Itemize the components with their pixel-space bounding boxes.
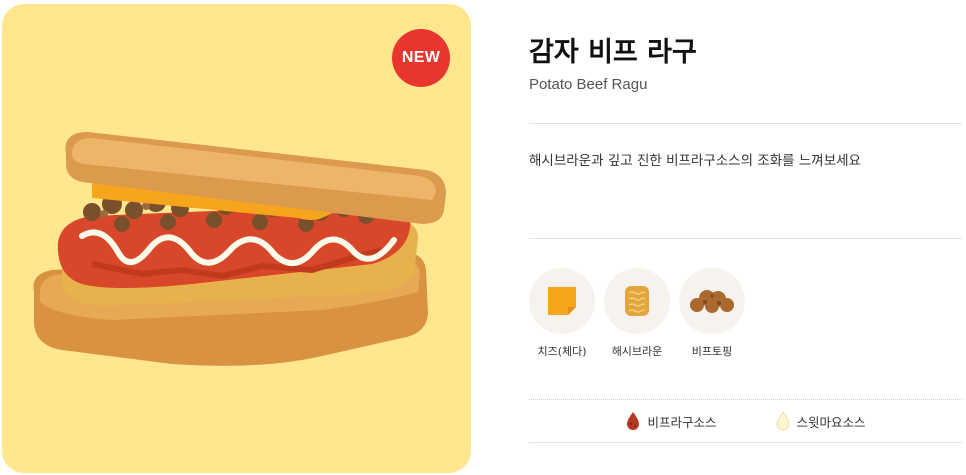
divider [529,442,962,443]
ingredient-label: 해시브라운 [611,345,663,358]
sweet-mayo-drop-icon [775,411,790,431]
ingredient-item-cheese: 치즈(체다) [529,268,595,359]
sauce-list: 비프라구소스 스윗마요소스 [529,402,962,440]
ingredient-item-hashbrown: 해시브라운 [604,268,670,359]
beef-topping-icon [679,268,745,334]
divider [529,123,962,124]
sauce-label: 스윗마요소스 [796,414,866,430]
ingredient-item-beef: 비프토핑 [679,268,745,359]
new-badge: NEW [392,29,450,87]
divider [529,238,962,239]
sauce-item-sweet-mayo: 스윗마요소스 [775,411,866,431]
product-subtitle: Potato Beef Ragu [529,76,648,93]
hashbrown-icon [604,268,670,334]
product-info-panel: 감자 비프 라구 Potato Beef Ragu 해시브라운과 깊고 진한 비… [529,0,962,475]
ingredient-list: 치즈(체다) 해시브라운 비프토핑 [529,268,745,359]
ingredient-label: 비프토핑 [691,345,733,358]
ingredient-label: 치즈(체다) [537,345,587,358]
sauce-item-beef-ragu: 비프라구소스 [625,411,717,431]
product-description: 해시브라운과 깊고 진한 비프라구소스의 조화를 느껴보세요 [529,153,861,169]
sandwich-image [33,132,446,366]
cheese-slice-icon [529,268,595,334]
product-image-card: NEW [2,4,471,473]
divider [529,399,962,400]
product-title: 감자 비프 라구 [529,37,697,68]
ragu-sauce-drop-icon [627,412,640,430]
sauce-label: 비프라구소스 [647,414,717,430]
